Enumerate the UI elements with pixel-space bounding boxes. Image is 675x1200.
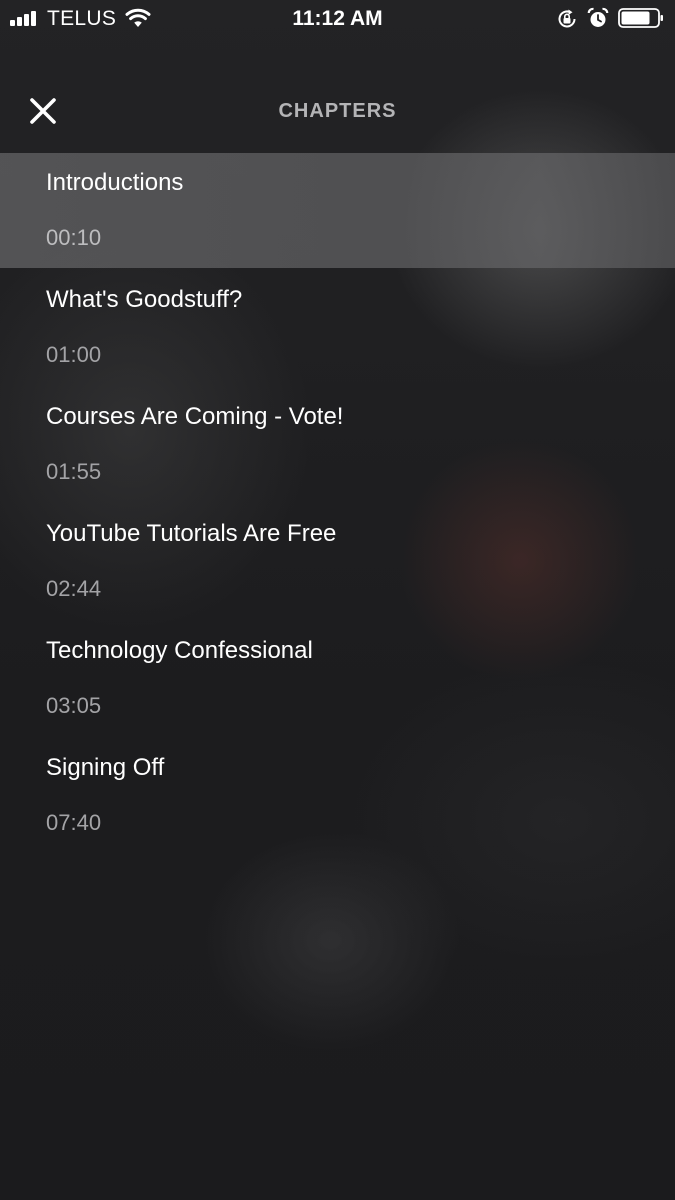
chapter-title: Courses Are Coming - Vote!	[46, 403, 344, 430]
chapter-item[interactable]: Signing Off 07:40	[0, 738, 675, 855]
chapter-timestamp: 00:10	[46, 225, 102, 250]
chapter-title: Introductions	[46, 169, 184, 196]
chapter-item[interactable]: YouTube Tutorials Are Free 02:44	[0, 504, 675, 621]
battery-icon	[618, 8, 663, 28]
chapter-timestamp: 07:40	[46, 810, 102, 835]
chapter-title: Signing Off	[46, 754, 165, 781]
chapter-title: YouTube Tutorials Are Free	[46, 520, 337, 547]
chapter-list: Introductions 00:10 What's Goodstuff? 01:00…	[0, 153, 675, 855]
chapter-timestamp: 01:00	[46, 342, 102, 367]
chapter-item[interactable]: Technology Confessional 03:05	[0, 621, 675, 738]
chapter-timestamp: 01:55	[46, 459, 102, 484]
rotation-lock-icon	[558, 9, 576, 28]
chapter-item-selected[interactable]: Introductions 00:10	[0, 153, 675, 268]
page-title: CHAPTERS	[278, 100, 397, 122]
chapters-screen: TELUS 11:12 AM CHAPTERS Introductions 00…	[0, 0, 675, 1200]
chapter-item[interactable]: What's Goodstuff? 01:00	[0, 270, 675, 387]
chapter-title: What's Goodstuff?	[46, 286, 243, 313]
chapter-timestamp: 03:05	[46, 693, 102, 718]
chapter-title: Technology Confessional	[46, 637, 313, 664]
alarm-clock-icon	[587, 7, 609, 27]
status-bar: TELUS 11:12 AM	[0, 0, 675, 38]
chapter-timestamp: 02:44	[46, 576, 102, 601]
chapter-item[interactable]: Courses Are Coming - Vote! 01:55	[0, 387, 675, 504]
